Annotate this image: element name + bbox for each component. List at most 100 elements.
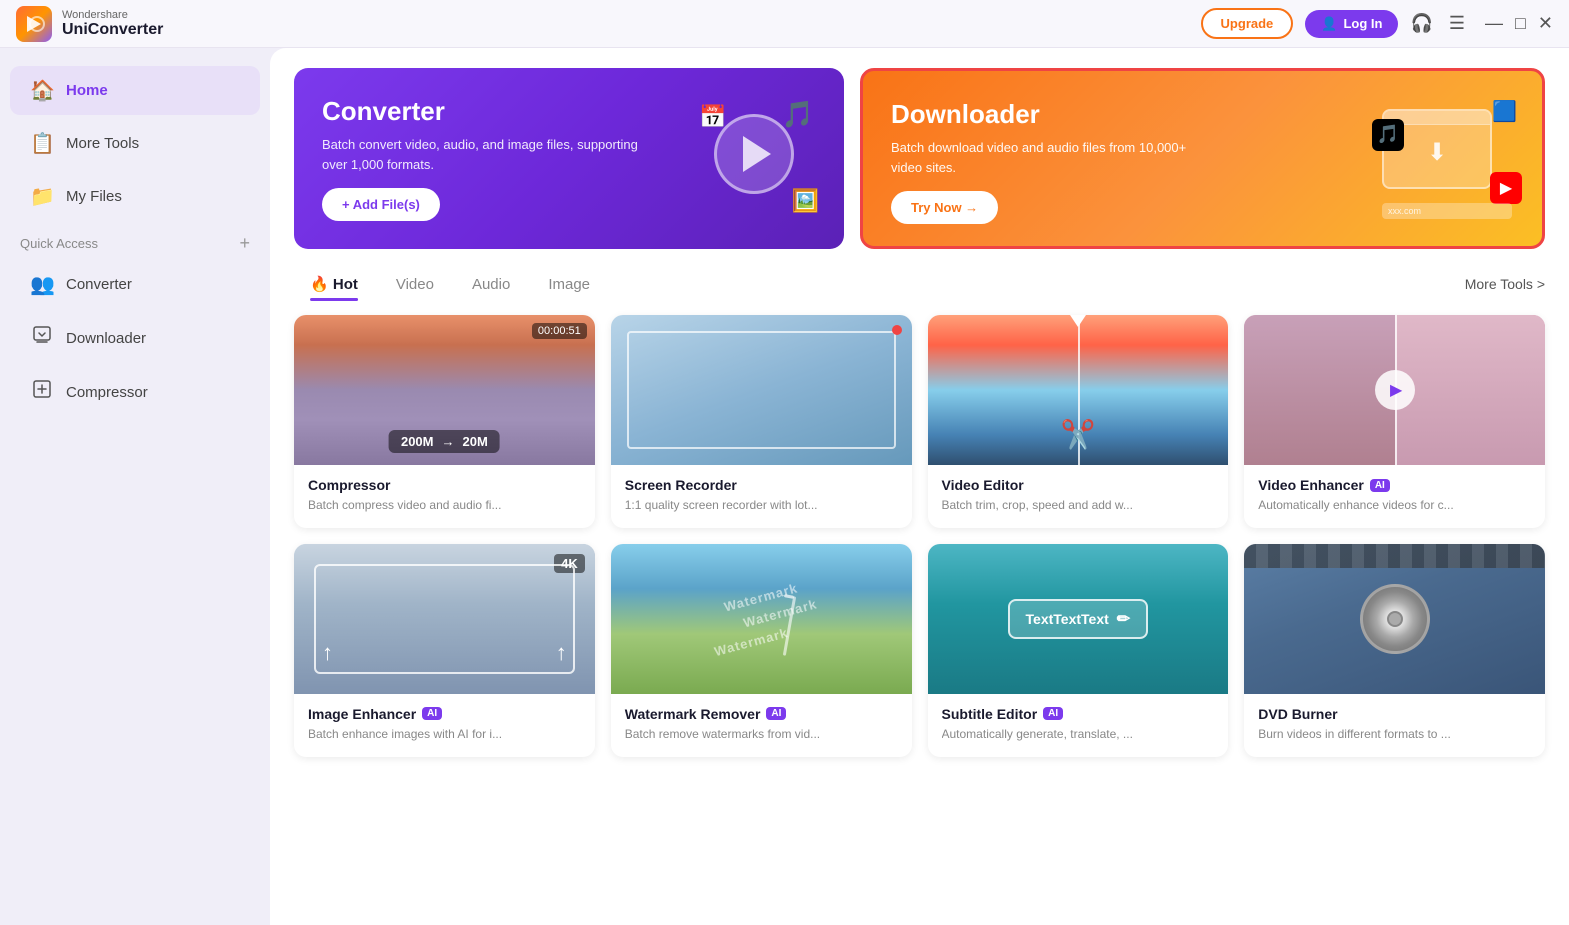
sidebar-item-more-tools[interactable]: 📋 More Tools xyxy=(10,119,260,168)
tool-card-subtitle-editor-info: Subtitle Editor AI Automatically generat… xyxy=(928,694,1229,757)
sidebar-label-more-tools: More Tools xyxy=(66,135,139,152)
tool-card-video-editor-title: Video Editor xyxy=(942,477,1215,493)
quick-access-add-button[interactable]: + xyxy=(239,233,250,254)
app-name: Wondershare UniConverter xyxy=(62,9,163,39)
sidebar-item-home[interactable]: 🏠 Home xyxy=(10,66,260,115)
tool-thumb-screen-recorder xyxy=(611,315,912,465)
tool-card-screen-recorder-info: Screen Recorder 1:1 quality screen recor… xyxy=(611,465,912,528)
arrow-up-left: ↑ xyxy=(322,640,333,666)
titlebar-icons: 🎧 ☰ xyxy=(1410,13,1465,34)
minimize-button[interactable]: — xyxy=(1485,13,1503,34)
tool-thumb-dvd-burner xyxy=(1244,544,1545,694)
tool-card-video-enhancer[interactable]: ▶ Video Enhancer AI Automatically enhanc… xyxy=(1244,315,1545,528)
hot-icon: 🔥 xyxy=(310,276,329,293)
watermark-overlay: Watermark Watermark Watermark xyxy=(611,544,912,694)
titlebar: Wondershare UniConverter Upgrade 👤 Log I… xyxy=(0,0,1569,48)
tool-card-image-enhancer-title: Image Enhancer AI xyxy=(308,706,581,722)
tool-card-watermark-remover-info: Watermark Remover AI Batch remove waterm… xyxy=(611,694,912,757)
tool-card-subtitle-editor-title: Subtitle Editor AI xyxy=(942,706,1215,722)
hero-converter-card[interactable]: Converter Batch convert video, audio, an… xyxy=(294,68,844,249)
tool-card-watermark-remover-title: Watermark Remover AI xyxy=(625,706,898,722)
tool-card-dvd-burner-desc: Burn videos in different formats to ... xyxy=(1258,726,1531,743)
converter-art: 🎵 📅 🖼️ xyxy=(694,99,824,219)
tool-thumb-video-editor: ✂️ xyxy=(928,315,1229,465)
sidebar-label-converter: Converter xyxy=(66,276,132,293)
tools-grid: 00:00:51 200M → 20M Compressor Batch com… xyxy=(294,315,1545,757)
converter-hero-desc: Batch convert video, audio, and image fi… xyxy=(322,135,642,174)
sidebar-item-converter[interactable]: 👥 Converter xyxy=(10,260,260,309)
login-button[interactable]: 👤 Log In xyxy=(1305,10,1398,38)
my-files-icon: 📁 xyxy=(30,184,54,209)
sidebar-item-my-files[interactable]: 📁 My Files xyxy=(10,172,260,221)
sidebar-item-compressor[interactable]: Compressor xyxy=(10,367,260,417)
hero-row: Converter Batch convert video, audio, an… xyxy=(294,68,1545,249)
tool-card-dvd-burner[interactable]: DVD Burner Burn videos in different form… xyxy=(1244,544,1545,757)
tool-card-compressor[interactable]: 00:00:51 200M → 20M Compressor Batch com… xyxy=(294,315,595,528)
tool-card-watermark-remover[interactable]: Watermark Watermark Watermark Watermark … xyxy=(611,544,912,757)
tool-card-video-enhancer-title: Video Enhancer AI xyxy=(1258,477,1531,493)
add-files-button[interactable]: + Add File(s) xyxy=(322,188,440,221)
tool-card-video-editor[interactable]: ✂️ Video Editor Batch trim, crop, speed … xyxy=(928,315,1229,528)
scissors-icon: ✂️ xyxy=(1060,418,1095,451)
close-button[interactable]: ✕ xyxy=(1538,13,1553,34)
timestamp-label: 00:00:51 xyxy=(532,323,587,339)
main-layout: 🏠 Home 📋 More Tools 📁 My Files Quick Acc… xyxy=(0,48,1569,925)
ai-badge-subtitle: AI xyxy=(1043,707,1063,720)
maximize-button[interactable]: □ xyxy=(1515,13,1526,34)
tool-card-compressor-title: Compressor xyxy=(308,477,581,493)
recorder-dot xyxy=(892,325,902,335)
subtitle-text-btn: TextTextText ✏ xyxy=(1008,599,1149,639)
tool-thumb-watermark-remover: Watermark Watermark Watermark xyxy=(611,544,912,694)
titlebar-right: Upgrade 👤 Log In 🎧 ☰ — □ ✕ xyxy=(1201,8,1553,39)
more-tools-icon: 📋 xyxy=(30,131,54,156)
tabs-left: 🔥 Hot Video Audio Image xyxy=(294,269,606,299)
recorder-frame xyxy=(627,331,896,449)
ai-badge-watermark: AI xyxy=(766,707,786,720)
upgrade-button[interactable]: Upgrade xyxy=(1201,8,1294,39)
tool-thumb-video-enhancer: ▶ xyxy=(1244,315,1545,465)
play-circle: ▶ xyxy=(1375,370,1415,410)
menu-icon[interactable]: ☰ xyxy=(1449,13,1465,34)
tool-thumb-compressor: 00:00:51 200M → 20M xyxy=(294,315,595,465)
tool-card-screen-recorder[interactable]: Screen Recorder 1:1 quality screen recor… xyxy=(611,315,912,528)
edit-icon: ✏ xyxy=(1117,609,1130,629)
ai-badge-video-enhancer: AI xyxy=(1370,479,1390,492)
window-controls: — □ ✕ xyxy=(1485,13,1553,34)
tool-card-subtitle-editor[interactable]: TextTextText ✏ Subtitle Editor AI Automa… xyxy=(928,544,1229,757)
dvd-top-bar xyxy=(1244,544,1545,568)
home-icon: 🏠 xyxy=(30,78,54,103)
hero-downloader-card[interactable]: Downloader Batch download video and audi… xyxy=(860,68,1545,249)
downloader-icon xyxy=(30,325,54,351)
sidebar-label-my-files: My Files xyxy=(66,188,122,205)
tab-audio[interactable]: Audio xyxy=(456,270,526,299)
try-now-button[interactable]: Try Now → xyxy=(891,191,998,224)
quick-access-label: Quick Access + xyxy=(0,223,270,258)
tool-card-watermark-remover-desc: Batch remove watermarks from vid... xyxy=(625,726,898,743)
sidebar-label-home: Home xyxy=(66,82,108,99)
tab-video[interactable]: Video xyxy=(380,270,450,299)
arrow-up-right: ↑ xyxy=(556,640,567,666)
tool-card-image-enhancer[interactable]: 4K ↑ ↑ Image Enhancer AI Batch enhance i… xyxy=(294,544,595,757)
headphone-icon[interactable]: 🎧 xyxy=(1410,13,1432,34)
tool-card-dvd-burner-title: DVD Burner xyxy=(1258,706,1531,722)
tool-card-subtitle-editor-desc: Automatically generate, translate, ... xyxy=(942,726,1215,743)
tab-image[interactable]: Image xyxy=(532,270,606,299)
tool-card-video-enhancer-info: Video Enhancer AI Automatically enhance … xyxy=(1244,465,1545,528)
tool-card-compressor-desc: Batch compress video and audio fi... xyxy=(308,497,581,514)
tool-card-compressor-info: Compressor Batch compress video and audi… xyxy=(294,465,595,528)
upscale-arrows: ↑ ↑ xyxy=(314,564,575,674)
tool-card-screen-recorder-desc: 1:1 quality screen recorder with lot... xyxy=(625,497,898,514)
content-area: Converter Batch convert video, audio, an… xyxy=(270,48,1569,925)
trim-handle xyxy=(1070,315,1086,327)
tool-thumb-subtitle-editor: TextTextText ✏ xyxy=(928,544,1229,694)
app-branding: Wondershare UniConverter xyxy=(16,6,163,42)
downloader-art: ⬇ 🎵 ▶ xxx.com 🟦 xyxy=(1372,99,1522,219)
more-tools-link[interactable]: More Tools > xyxy=(1465,276,1545,292)
tool-card-screen-recorder-title: Screen Recorder xyxy=(625,477,898,493)
tool-card-video-editor-info: Video Editor Batch trim, crop, speed and… xyxy=(928,465,1229,528)
ai-badge-image-enhancer: AI xyxy=(422,707,442,720)
tab-hot[interactable]: 🔥 Hot xyxy=(294,269,374,299)
sidebar-item-downloader[interactable]: Downloader xyxy=(10,313,260,363)
sidebar-label-compressor: Compressor xyxy=(66,384,148,401)
user-icon: 👤 xyxy=(1321,16,1337,32)
